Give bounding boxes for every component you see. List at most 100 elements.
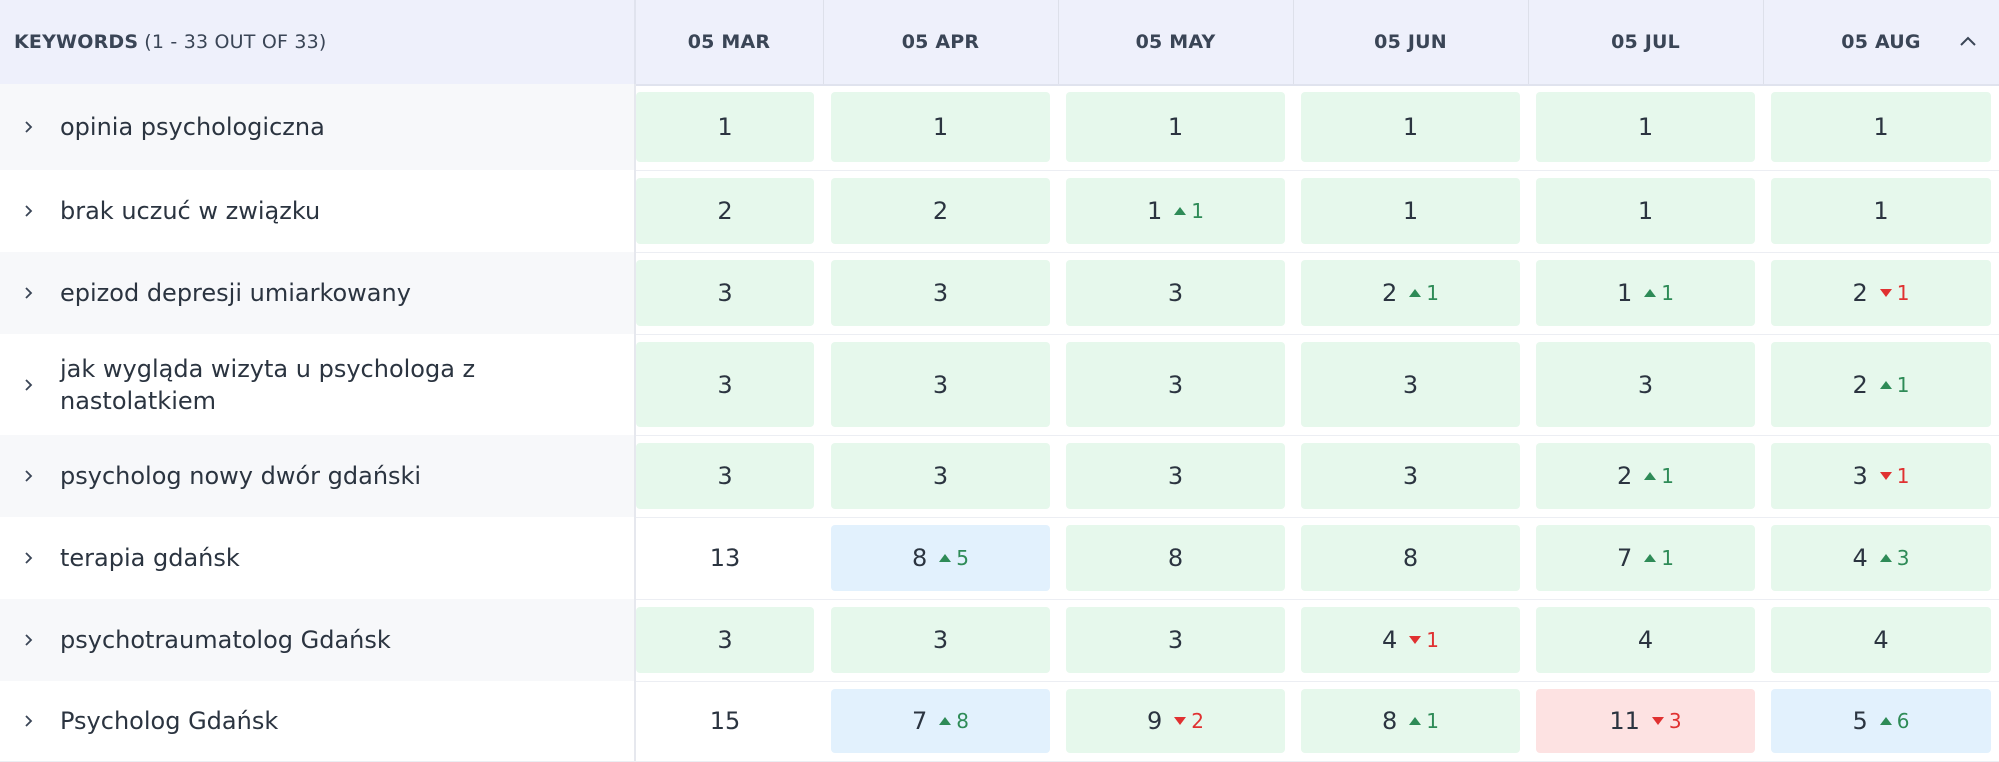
position-cell[interactable]: 4 [1536, 607, 1755, 673]
table-row: brak uczuć w związku 2 2 1 1 1 1 1 [0, 170, 1999, 253]
position-cell[interactable]: 92 [1066, 689, 1285, 753]
position-cell[interactable]: 8 [1301, 525, 1520, 591]
position-cell[interactable]: 1 [1301, 178, 1520, 244]
change-value: 3 [1668, 709, 1682, 733]
arrow-down-icon [1879, 472, 1892, 480]
position-value: 2 [717, 197, 733, 225]
position-cell[interactable]: 43 [1771, 525, 1991, 591]
position-cell[interactable]: 21 [1536, 443, 1755, 509]
column-header-05-may[interactable]: 05 MAY [1058, 0, 1293, 84]
position-cell[interactable]: 1 [636, 92, 814, 162]
position-cell[interactable]: 81 [1301, 689, 1520, 753]
keyword-cell: jak wygląda wizyta u psychologa z nastol… [0, 334, 636, 435]
position-cell[interactable]: 41 [1301, 607, 1520, 673]
position-cell[interactable]: 11 [1066, 178, 1285, 244]
position-cell[interactable]: 1 [831, 92, 1050, 162]
position-cell[interactable]: 3 [831, 443, 1050, 509]
position-value: 5 [1852, 707, 1868, 735]
position-cell[interactable]: 15 [636, 689, 814, 753]
position-cell[interactable]: 3 [831, 260, 1050, 326]
position-cell[interactable]: 3 [831, 342, 1050, 427]
position-value: 4 [1873, 626, 1889, 654]
position-cell[interactable]: 1 [1066, 92, 1285, 162]
position-cell[interactable]: 21 [1771, 260, 1991, 326]
position-cell[interactable]: 56 [1771, 689, 1991, 753]
column-header-05-aug[interactable]: 05 AUG [1763, 0, 1999, 84]
position-value: 3 [932, 626, 949, 654]
keywords-column-header[interactable]: KEYWORDS (1 - 33 OUT OF 33) [0, 0, 636, 84]
position-cell[interactable]: 3 [1536, 342, 1755, 427]
position-cell[interactable]: 2 [636, 178, 814, 244]
position-cell[interactable]: 3 [636, 607, 814, 673]
column-divider [823, 0, 824, 84]
table-row: terapia gdańsk 13 8 5 8 8 7 1 4 3 [0, 517, 1999, 600]
keyword-label[interactable]: Psycholog Gdańsk [60, 705, 484, 737]
position-cell[interactable]: 3 [1066, 443, 1285, 509]
chevron-right-icon[interactable] [22, 201, 36, 221]
keyword-cell: opinia psychologiczna [0, 84, 636, 170]
position-cell[interactable]: 85 [831, 525, 1050, 591]
position-cell[interactable]: 1 [1301, 92, 1520, 162]
keyword-label[interactable]: brak uczuć w związku [60, 195, 484, 227]
keyword-label[interactable]: terapia gdańsk [60, 542, 484, 574]
position-cell[interactable]: 3 [636, 260, 814, 326]
position-change: 1 [1644, 546, 1674, 570]
position-value: 3 [1167, 279, 1184, 307]
arrow-up-icon [939, 717, 952, 725]
chevron-right-icon[interactable] [22, 630, 36, 650]
position-cell[interactable]: 8 [1066, 525, 1285, 591]
keyword-label[interactable]: jak wygląda wizyta u psychologa z nastol… [60, 353, 484, 417]
keyword-label[interactable]: epizod depresji umiarkowany [60, 277, 484, 309]
position-cell[interactable]: 3 [636, 342, 814, 427]
chevron-right-icon[interactable] [22, 711, 36, 731]
position-cell[interactable]: 3 [1066, 342, 1285, 427]
position-cell[interactable]: 1 [1771, 92, 1991, 162]
position-value: 2 [1852, 279, 1868, 307]
position-cell[interactable]: 3 [831, 607, 1050, 673]
position-cell[interactable]: 71 [1536, 525, 1755, 591]
chevron-right-icon[interactable] [22, 548, 36, 568]
position-cell[interactable]: 3 [1066, 607, 1285, 673]
position-cell[interactable]: 13 [636, 525, 814, 591]
column-header-05-mar[interactable]: 05 MAR [636, 0, 822, 84]
column-header-05-apr[interactable]: 05 APR [823, 0, 1058, 84]
position-value: 3 [1167, 462, 1184, 490]
arrow-up-icon [1644, 554, 1657, 562]
position-cell[interactable]: 3 [1066, 260, 1285, 326]
position-value: 1 [932, 113, 949, 141]
arrow-up-icon [1409, 717, 1422, 725]
position-cell[interactable]: 78 [831, 689, 1050, 753]
keywords-header-label: KEYWORDS [14, 31, 139, 53]
change-value: 6 [1896, 709, 1910, 733]
chevron-right-icon[interactable] [22, 375, 36, 395]
position-cell[interactable]: 31 [1771, 443, 1991, 509]
position-cell[interactable]: 3 [1301, 443, 1520, 509]
position-cell[interactable]: 21 [1771, 342, 1991, 427]
position-cell[interactable]: 2 [831, 178, 1050, 244]
change-value: 1 [1426, 281, 1439, 305]
position-value: 11 [1609, 707, 1640, 735]
chevron-right-icon[interactable] [22, 466, 36, 486]
chevron-right-icon[interactable] [22, 117, 36, 137]
position-cell[interactable]: 11 3 [1536, 689, 1755, 753]
position-cell[interactable]: 11 [1536, 260, 1755, 326]
chevron-right-icon[interactable] [22, 283, 36, 303]
position-cell[interactable]: 1 [1536, 92, 1755, 162]
keyword-label[interactable]: psycholog nowy dwór gdański [60, 460, 484, 492]
change-value: 2 [1191, 709, 1204, 733]
position-cell[interactable]: 1 [1536, 178, 1755, 244]
keyword-label[interactable]: opinia psychologiczna [60, 111, 484, 143]
column-header-05-jun[interactable]: 05 JUN [1293, 0, 1528, 84]
position-cell[interactable]: 21 [1301, 260, 1520, 326]
keyword-label[interactable]: psychotraumatolog Gdańsk [60, 624, 484, 656]
change-value: 1 [1896, 372, 1910, 397]
position-cell[interactable]: 1 [1771, 178, 1991, 244]
position-cell[interactable]: 3 [636, 443, 814, 509]
position-cell[interactable]: 3 [1301, 342, 1520, 427]
position-cell[interactable]: 4 [1771, 607, 1991, 673]
table-row: jak wygląda wizyta u psychologa z nastol… [0, 334, 1999, 436]
position-change: 1 [1644, 281, 1674, 305]
change-value: 1 [1661, 546, 1674, 570]
arrow-down-icon [1174, 717, 1187, 725]
column-header-05-jul[interactable]: 05 JUL [1528, 0, 1763, 84]
